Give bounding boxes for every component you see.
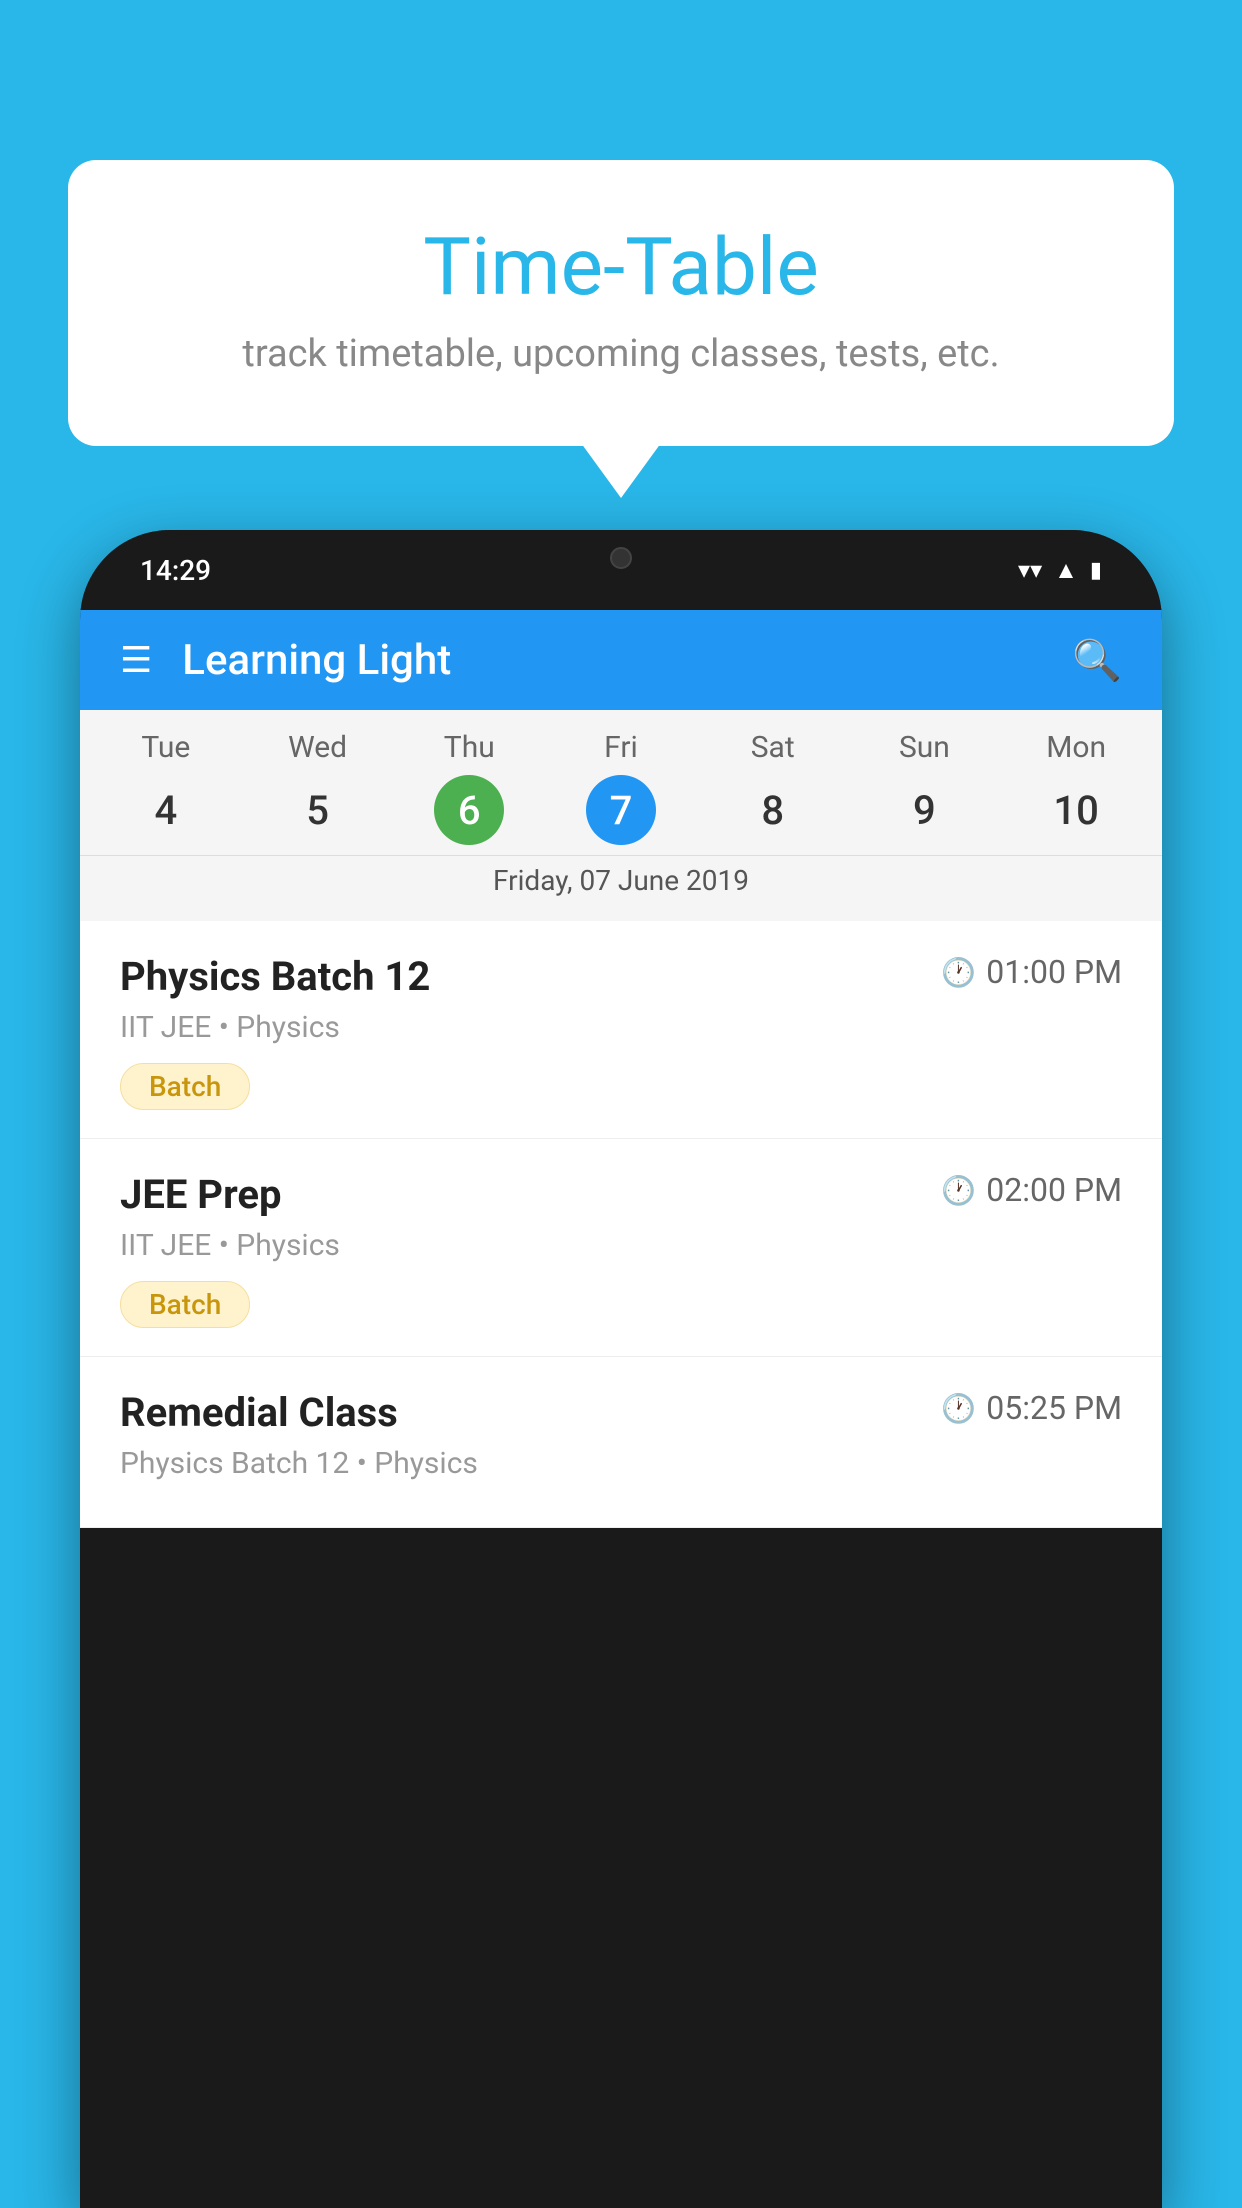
app-bar: ☰ Learning Light 🔍 — [80, 610, 1162, 710]
day-num-4[interactable]: 4 — [131, 775, 201, 845]
battery-icon: ▮ — [1090, 558, 1102, 583]
app-bar-title: Learning Light — [182, 636, 451, 685]
schedule-item-2-header: Remedial Class 🕐 05:25 PM — [120, 1389, 1122, 1436]
day-numbers: 4 5 6 7 8 9 10 — [80, 775, 1162, 845]
day-num-8[interactable]: 8 — [738, 775, 808, 845]
schedule-container: Physics Batch 12 🕐 01:00 PM IIT JEE • Ph… — [80, 921, 1162, 1528]
status-bar: 14:29 ▾▾ ▲ ▮ — [80, 530, 1162, 610]
day-num-7-selected[interactable]: 7 — [586, 775, 656, 845]
schedule-meta-2: Physics Batch 12 • Physics — [120, 1446, 1122, 1481]
clock-icon-1: 🕐 — [941, 1174, 976, 1207]
selected-date-label: Friday, 07 June 2019 — [80, 855, 1162, 911]
day-label-tue: Tue — [90, 730, 242, 765]
day-num-10[interactable]: 10 — [1041, 775, 1111, 845]
wifi-icon: ▾▾ — [1018, 556, 1042, 584]
schedule-meta-0: IIT JEE • Physics — [120, 1010, 1122, 1045]
schedule-title-1: JEE Prep — [120, 1171, 281, 1218]
day-num-6-today[interactable]: 6 — [434, 775, 504, 845]
schedule-title-2: Remedial Class — [120, 1389, 398, 1436]
schedule-time-2: 🕐 05:25 PM — [941, 1389, 1122, 1427]
status-time: 14:29 — [140, 554, 211, 587]
bubble-title: Time-Table — [128, 220, 1114, 314]
day-num-9[interactable]: 9 — [889, 775, 959, 845]
bubble-subtitle: track timetable, upcoming classes, tests… — [128, 332, 1114, 376]
app-bar-left: ☰ Learning Light — [120, 636, 451, 685]
speech-bubble: Time-Table track timetable, upcoming cla… — [68, 160, 1174, 446]
schedule-time-value-1: 02:00 PM — [986, 1171, 1122, 1209]
schedule-time-value-0: 01:00 PM — [986, 953, 1122, 991]
day-label-fri: Fri — [545, 730, 697, 765]
schedule-time-0: 🕐 01:00 PM — [941, 953, 1122, 991]
day-label-sun: Sun — [849, 730, 1001, 765]
day-label-sat: Sat — [697, 730, 849, 765]
schedule-item-1[interactable]: JEE Prep 🕐 02:00 PM IIT JEE • Physics Ba… — [80, 1139, 1162, 1357]
day-num-5[interactable]: 5 — [283, 775, 353, 845]
signal-icon: ▲ — [1054, 556, 1078, 585]
day-labels: Tue Wed Thu Fri Sat Sun Mon — [80, 730, 1162, 765]
schedule-time-1: 🕐 02:00 PM — [941, 1171, 1122, 1209]
clock-icon-0: 🕐 — [941, 956, 976, 989]
batch-badge-1: Batch — [120, 1281, 250, 1328]
phone-frame: 14:29 ▾▾ ▲ ▮ ☰ Learning Light 🔍 Tue Wed … — [80, 530, 1162, 2208]
calendar-strip: Tue Wed Thu Fri Sat Sun Mon 4 5 6 7 8 9 … — [80, 710, 1162, 921]
schedule-item-1-header: JEE Prep 🕐 02:00 PM — [120, 1171, 1122, 1218]
phone-camera — [610, 547, 632, 569]
batch-badge-0: Batch — [120, 1063, 250, 1110]
phone-notch — [521, 530, 721, 585]
clock-icon-2: 🕐 — [941, 1392, 976, 1425]
schedule-title-0: Physics Batch 12 — [120, 953, 430, 1000]
day-label-wed: Wed — [242, 730, 394, 765]
schedule-item-2[interactable]: Remedial Class 🕐 05:25 PM Physics Batch … — [80, 1357, 1162, 1528]
schedule-item-0[interactable]: Physics Batch 12 🕐 01:00 PM IIT JEE • Ph… — [80, 921, 1162, 1139]
schedule-item-0-header: Physics Batch 12 🕐 01:00 PM — [120, 953, 1122, 1000]
hamburger-icon[interactable]: ☰ — [120, 639, 152, 681]
schedule-meta-1: IIT JEE • Physics — [120, 1228, 1122, 1263]
status-icons: ▾▾ ▲ ▮ — [1018, 556, 1102, 585]
day-label-thu: Thu — [393, 730, 545, 765]
search-icon[interactable]: 🔍 — [1072, 637, 1122, 684]
schedule-time-value-2: 05:25 PM — [986, 1389, 1122, 1427]
day-label-mon: Mon — [1000, 730, 1152, 765]
